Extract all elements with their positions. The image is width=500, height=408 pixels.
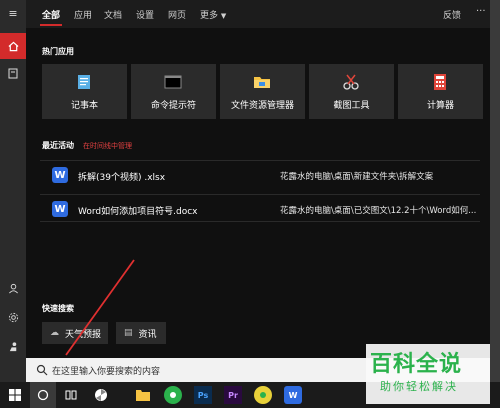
search-icon bbox=[36, 364, 48, 376]
wps-taskbar-icon[interactable]: W bbox=[284, 386, 302, 404]
windows-start-icon[interactable] bbox=[6, 386, 24, 404]
watermark-logo: 百科全说 助你轻松解决 bbox=[366, 344, 490, 404]
watermark-subtitle: 助你轻松解决 bbox=[380, 380, 458, 393]
home-icon[interactable] bbox=[0, 33, 26, 59]
task-view-icon[interactable] bbox=[62, 386, 80, 404]
search-placeholder: 在这里输入你要搜索的内容 bbox=[52, 367, 161, 377]
feedback-person-icon[interactable] bbox=[0, 333, 26, 359]
file-explorer-icon[interactable] bbox=[134, 386, 152, 404]
right-edge-strip bbox=[490, 0, 500, 382]
left-rail: ≡ bbox=[0, 0, 26, 382]
cortana-search-icon[interactable] bbox=[30, 382, 56, 408]
browser-icon[interactable] bbox=[164, 386, 182, 404]
media-app-icon[interactable] bbox=[254, 386, 272, 404]
account-icon[interactable] bbox=[0, 275, 26, 301]
photoshop-icon[interactable]: Ps bbox=[194, 386, 212, 404]
settings-icon[interactable] bbox=[0, 304, 26, 330]
red-arrow-annotation bbox=[65, 259, 135, 356]
watermark-title: 百科全说 bbox=[370, 352, 463, 377]
search-panel: 全部 应用 文档 设置 网页 更多 ▼ 反馈 ··· 热门应用 记事本 命令提示… bbox=[26, 0, 490, 358]
menu-icon[interactable]: ≡ bbox=[0, 0, 26, 26]
pinwheel-app-icon[interactable] bbox=[92, 386, 110, 404]
premiere-icon[interactable]: Pr bbox=[224, 386, 242, 404]
document-icon[interactable] bbox=[0, 60, 26, 86]
